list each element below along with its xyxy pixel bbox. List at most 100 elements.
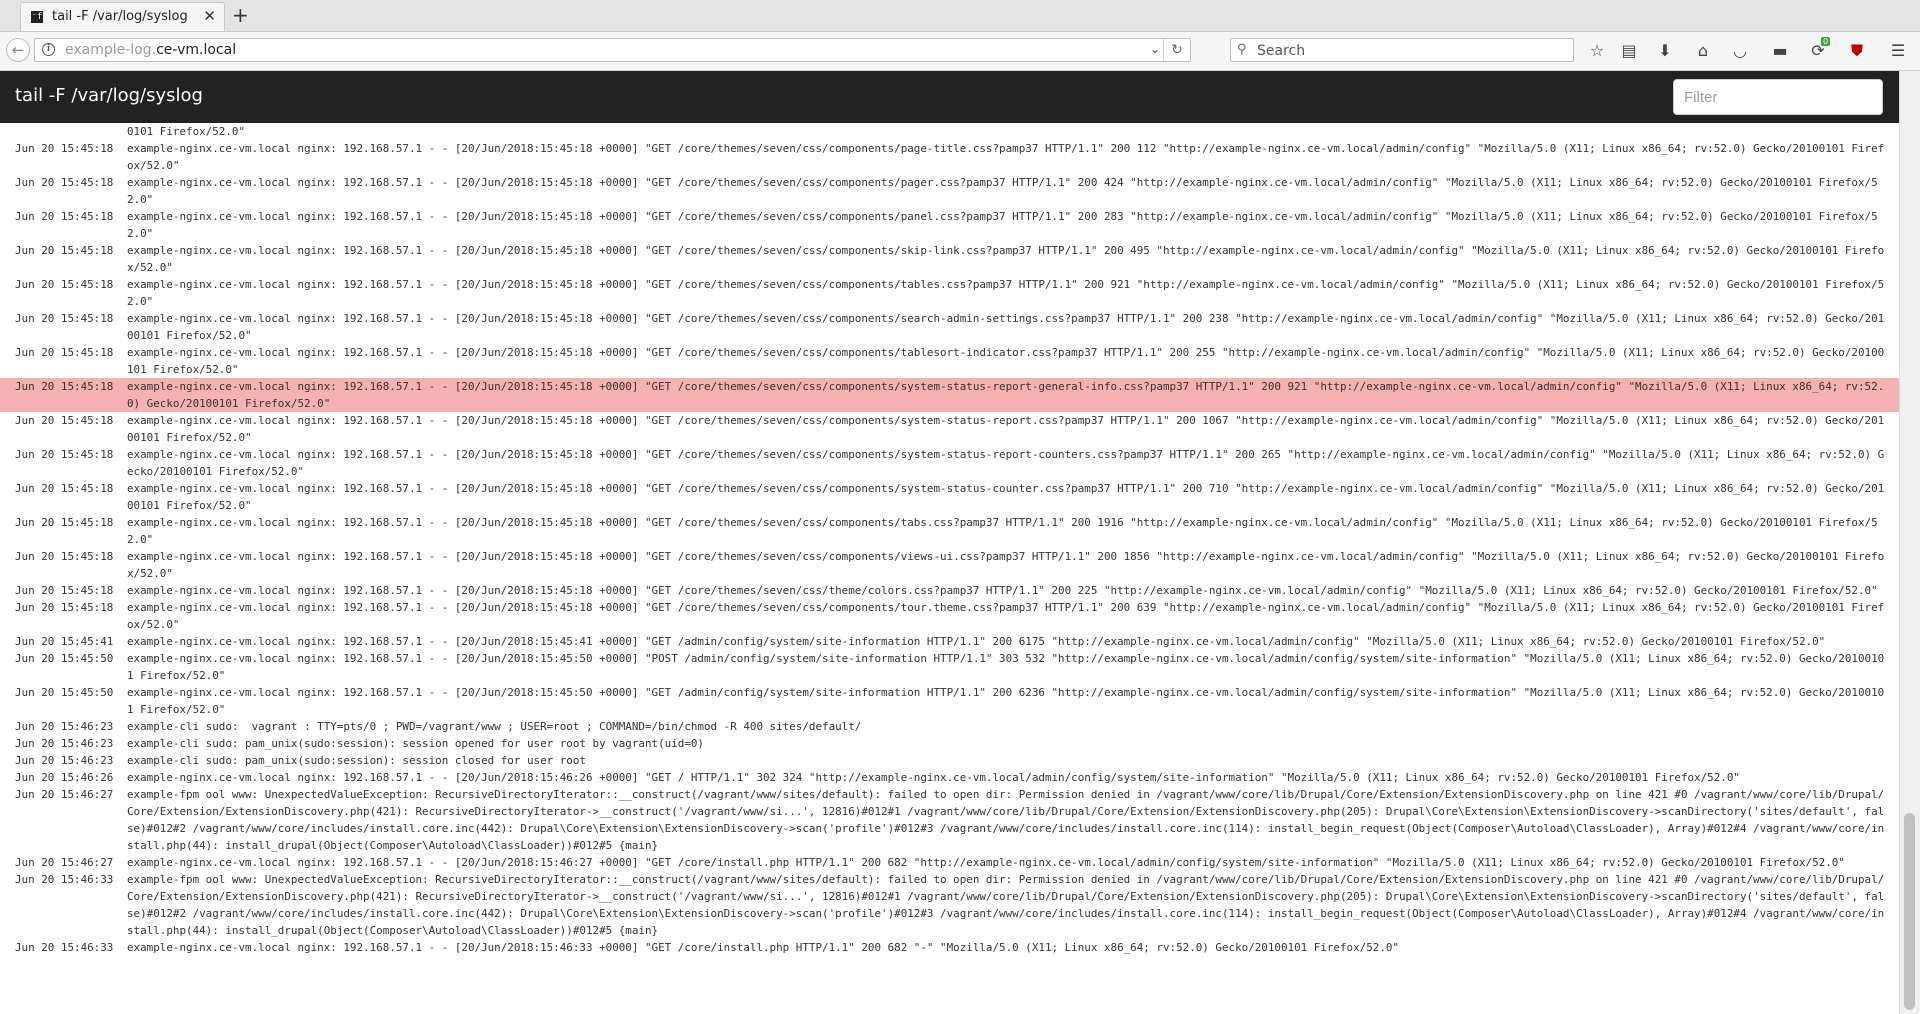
log-output: 0101 Firefox/52.0" Jun 20 15:45:18 example… <box>0 123 1899 1014</box>
search-input[interactable] <box>1255 41 1559 61</box>
log-line: Jun 20 15:45:18 example-nginx.ce-vm.local… <box>0 412 1899 446</box>
clipboard-icon[interactable]: ▤ <box>1617 39 1641 63</box>
log-line: Jun 20 15:46:23 example-cli sudo: pam_uni… <box>0 735 1899 752</box>
log-timestamp: Jun 20 15:45:50 <box>15 652 114 665</box>
reload-icon[interactable]: ↻ <box>1163 39 1190 61</box>
log-line: Jun 20 15:46:27 example-fpm ool www: Unex… <box>0 786 1899 854</box>
log-line: Jun 20 15:45:18 example-nginx.ce-vm.local… <box>0 276 1899 310</box>
log-timestamp: Jun 20 15:45:18 <box>15 550 114 563</box>
log-line: Jun 20 15:45:18 example-nginx.ce-vm.local… <box>0 480 1899 514</box>
badge-count: 0 <box>1821 37 1831 46</box>
pocket-icon[interactable]: ◡ <box>1728 39 1752 63</box>
menu-icon[interactable]: ☰ <box>1886 39 1910 63</box>
log-line: Jun 20 15:45:18 example-nginx.ce-vm.local… <box>0 514 1899 548</box>
info-icon[interactable]: i <box>42 43 55 56</box>
log-message: example-nginx.ce-vm.local nginx: 192.168… <box>127 550 1885 580</box>
log-line: Jun 20 15:45:18 example-nginx.ce-vm.local… <box>0 174 1899 208</box>
log-message: example-nginx.ce-vm.local nginx: 192.168… <box>127 278 1885 308</box>
log-line: Jun 20 15:45:50 example-nginx.ce-vm.local… <box>0 684 1899 718</box>
log-message: example-nginx.ce-vm.local nginx: 192.168… <box>127 584 1878 597</box>
log-line: Jun 20 15:45:18 example-nginx.ce-vm.local… <box>0 208 1899 242</box>
log-timestamp: Jun 20 15:46:23 <box>15 737 114 750</box>
log-timestamp: Jun 20 15:46:27 <box>15 788 114 801</box>
log-line: Jun 20 15:45:18 example-nginx.ce-vm.local… <box>0 599 1899 633</box>
extension-icon[interactable]: ▬ <box>1768 39 1792 63</box>
log-message: example-nginx.ce-vm.local nginx: 192.168… <box>127 210 1878 240</box>
log-timestamp: Jun 20 15:46:26 <box>15 771 114 784</box>
log-line: 0101 Firefox/52.0" <box>0 123 1899 140</box>
log-timestamp: Jun 20 15:45:18 <box>15 584 114 597</box>
filter-input[interactable] <box>1673 79 1883 115</box>
download-icon[interactable]: ⬇ <box>1653 39 1677 63</box>
star-icon[interactable]: ☆ <box>1585 39 1609 63</box>
log-timestamp: Jun 20 15:46:33 <box>15 873 114 886</box>
log-message: example-nginx.ce-vm.local nginx: 192.168… <box>127 856 1845 869</box>
log-message: example-nginx.ce-vm.local nginx: 192.168… <box>127 686 1885 716</box>
log-timestamp: Jun 20 15:46:23 <box>15 720 114 733</box>
chevron-down-icon[interactable]: ⌄ <box>1150 42 1160 56</box>
tab-bar: ⁻f tail -F /var/log/syslog ✕ + <box>0 0 1920 32</box>
log-timestamp: Jun 20 15:45:18 <box>15 210 114 223</box>
scrollbar[interactable] <box>1899 71 1920 1014</box>
log-message: example-nginx.ce-vm.local nginx: 192.168… <box>127 244 1885 274</box>
log-line: Jun 20 15:45:18 example-nginx.ce-vm.local… <box>0 582 1899 599</box>
log-line: Jun 20 15:45:18 example-nginx.ce-vm.local… <box>0 310 1899 344</box>
log-message: example-nginx.ce-vm.local nginx: 192.168… <box>127 601 1885 631</box>
log-timestamp: Jun 20 15:45:18 <box>15 244 114 257</box>
log-line: Jun 20 15:45:18 example-nginx.ce-vm.local… <box>0 446 1899 480</box>
app-header: tail -F /var/log/syslog <box>0 71 1899 123</box>
terminal-favicon-icon: ⁻f <box>31 11 43 23</box>
log-timestamp: Jun 20 15:45:18 <box>15 380 114 393</box>
log-line: Jun 20 15:46:33 example-nginx.ce-vm.local… <box>0 939 1899 956</box>
log-timestamp: Jun 20 15:45:18 <box>15 176 114 189</box>
log-line: Jun 20 15:46:23 example-cli sudo: vagrant… <box>0 718 1899 735</box>
log-message: example-nginx.ce-vm.local nginx: 192.168… <box>127 176 1878 206</box>
log-message: example-nginx.ce-vm.local nginx: 192.168… <box>127 635 1826 648</box>
log-line: Jun 20 15:45:41 example-nginx.ce-vm.local… <box>0 633 1899 650</box>
close-tab-icon[interactable]: ✕ <box>203 7 216 25</box>
log-line: Jun 20 15:45:18 example-nginx.ce-vm.local… <box>0 344 1899 378</box>
navigation-bar: ← i example-log.ce-vm.local ⌄ ↻ ⚲ ☆ ▤ ⬇ … <box>0 32 1920 71</box>
scrollbar-thumb[interactable] <box>1904 813 1915 1010</box>
log-timestamp: Jun 20 15:45:50 <box>15 686 114 699</box>
log-message: example-nginx.ce-vm.local nginx: 192.168… <box>127 380 1885 410</box>
browser-tab[interactable]: ⁻f tail -F /var/log/syslog ✕ <box>20 2 225 31</box>
log-timestamp: Jun 20 15:45:18 <box>15 278 114 291</box>
log-timestamp: Jun 20 15:45:18 <box>15 482 114 495</box>
log-line: Jun 20 15:45:18 example-nginx.ce-vm.local… <box>0 242 1899 276</box>
url-host: ce-vm.local <box>156 42 237 58</box>
search-icon: ⚲ <box>1237 42 1247 57</box>
log-message: example-fpm ool www: UnexpectedValueExce… <box>127 873 1885 937</box>
log-timestamp: Jun 20 15:45:18 <box>15 346 114 359</box>
log-timestamp: Jun 20 15:46:27 <box>15 856 114 869</box>
log-line: Jun 20 15:46:23 example-cli sudo: pam_uni… <box>0 752 1899 769</box>
log-message: example-nginx.ce-vm.local nginx: 192.168… <box>127 771 1740 784</box>
log-line: Jun 20 15:45:18 example-nginx.ce-vm.local… <box>0 548 1899 582</box>
log-message: example-nginx.ce-vm.local nginx: 192.168… <box>127 312 1885 342</box>
back-arrow-icon[interactable]: ← <box>6 38 30 62</box>
new-tab-icon[interactable]: + <box>232 2 249 28</box>
log-message: example-nginx.ce-vm.local nginx: 192.168… <box>127 346 1885 376</box>
log-message: example-nginx.ce-vm.local nginx: 192.168… <box>127 142 1885 172</box>
search-bar[interactable]: ⚲ <box>1230 38 1574 62</box>
log-message: example-cli sudo: pam_unix(sudo:session)… <box>127 754 586 767</box>
log-line: Jun 20 15:46:33 example-fpm ool www: Unex… <box>0 871 1899 939</box>
log-line: Jun 20 15:45:18 example-nginx.ce-vm.local… <box>0 140 1899 174</box>
log-timestamp: Jun 20 15:46:23 <box>15 754 114 767</box>
log-message: example-nginx.ce-vm.local nginx: 192.168… <box>127 414 1885 444</box>
log-message: example-nginx.ce-vm.local nginx: 192.168… <box>127 482 1885 512</box>
log-message: example-nginx.ce-vm.local nginx: 192.168… <box>127 652 1885 682</box>
ublock-icon[interactable]: ⛊ <box>1845 39 1869 63</box>
log-timestamp: Jun 20 15:45:18 <box>15 601 114 614</box>
address-bar[interactable]: i example-log.ce-vm.local ⌄ ↻ <box>34 38 1191 62</box>
log-message: example-nginx.ce-vm.local nginx: 192.168… <box>127 448 1885 478</box>
home-icon[interactable]: ⌂ <box>1691 39 1715 63</box>
page-title: tail -F /var/log/syslog <box>15 85 203 106</box>
log-message: example-cli sudo: vagrant : TTY=pts/0 ; … <box>127 720 862 733</box>
log-message: example-nginx.ce-vm.local nginx: 192.168… <box>127 941 1400 954</box>
tab-title: tail -F /var/log/syslog <box>52 9 188 24</box>
url-text[interactable]: example-log.ce-vm.local <box>65 42 236 58</box>
log-line: Jun 20 15:45:18 example-nginx.ce-vm.local… <box>0 378 1899 412</box>
log-line: Jun 20 15:46:27 example-nginx.ce-vm.local… <box>0 854 1899 871</box>
log-timestamp: Jun 20 15:45:18 <box>15 448 114 461</box>
